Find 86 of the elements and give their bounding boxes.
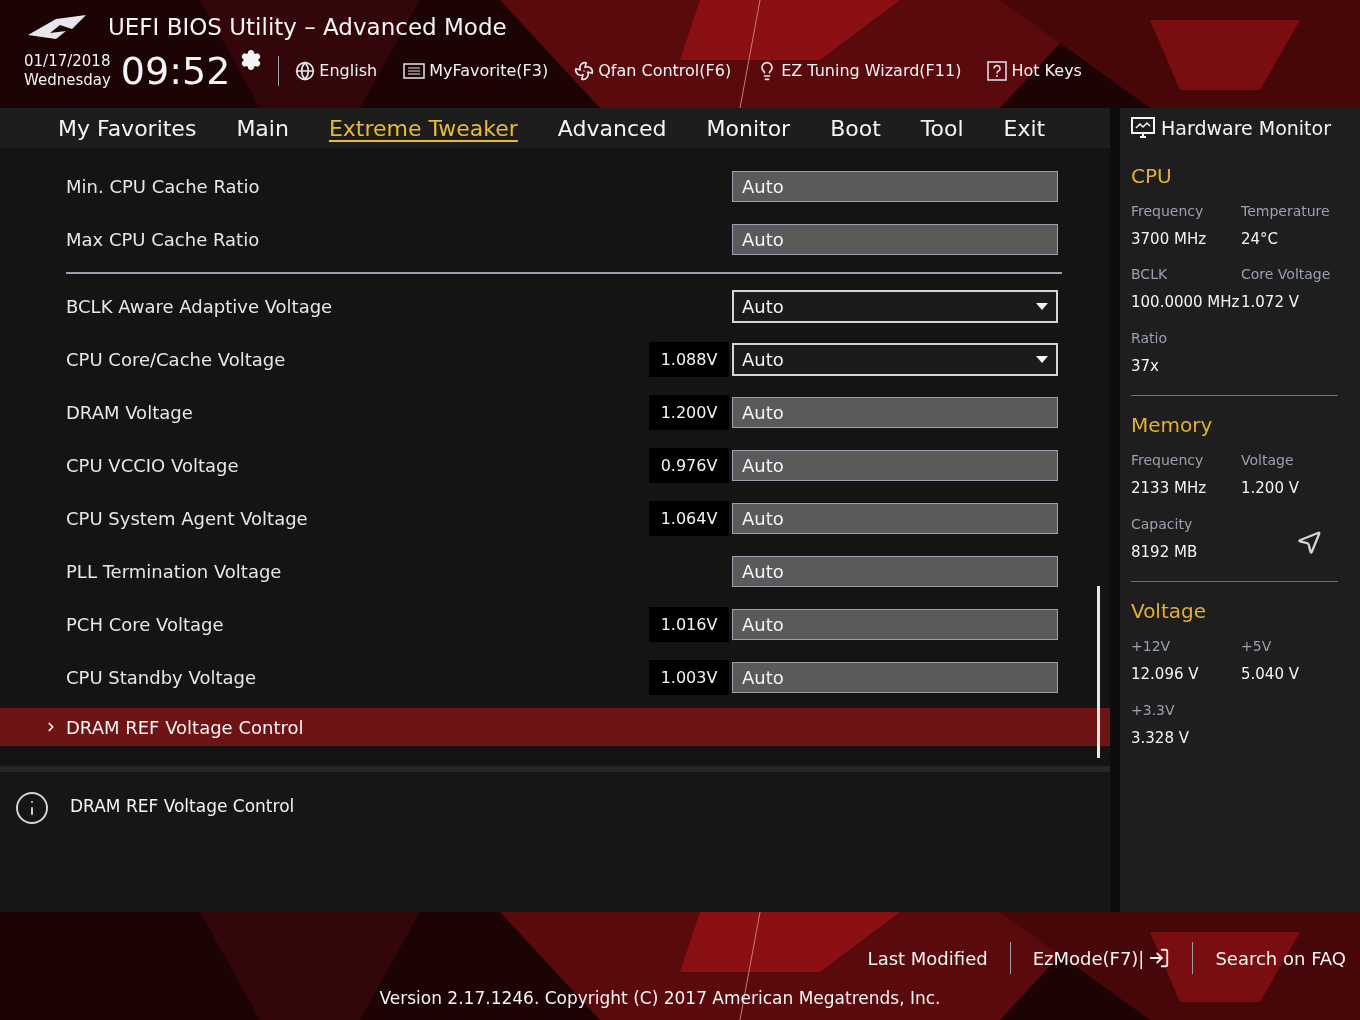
- menu-tab[interactable]: Tool: [920, 111, 964, 145]
- reading-label: Frequency: [1131, 451, 1205, 470]
- setting-label: Min. CPU Cache Ratio: [66, 175, 261, 199]
- value-field[interactable]: Auto: [732, 224, 1058, 255]
- reading-label: Core Voltage: [1241, 265, 1332, 284]
- caret-icon: [1036, 356, 1048, 363]
- dropdown[interactable]: Auto: [732, 343, 1058, 376]
- exit-icon: [1148, 947, 1171, 969]
- setting-label: Max CPU Cache Ratio: [66, 228, 261, 252]
- menu-tab[interactable]: Extreme Tweaker: [328, 111, 518, 145]
- menu-tab[interactable]: My Favorites: [58, 111, 197, 145]
- reading-value: 3700 MHz: [1131, 228, 1208, 250]
- help-icon: [987, 61, 1008, 81]
- reading-value: 12.096 V: [1131, 664, 1200, 685]
- reading-value: 3.328 V: [1131, 727, 1190, 749]
- group-heading: Voltage: [1131, 598, 1208, 625]
- panel-title: Hardware Monitor: [1161, 116, 1331, 141]
- menu-tab[interactable]: Main: [236, 111, 289, 145]
- toolbar-button[interactable]: Hot Keys: [987, 59, 1082, 83]
- voltage-reading: 1.088V: [649, 342, 729, 377]
- reading-value: 1.072 V: [1241, 292, 1300, 313]
- info-icon: [14, 790, 50, 826]
- footer-link[interactable]: Search on FAQ: [1215, 944, 1346, 972]
- setting-label: PCH Core Voltage: [66, 613, 225, 637]
- reading-label: Voltage: [1241, 451, 1295, 470]
- date-text: 01/17/2018: [24, 52, 111, 71]
- reading-value: 1.200 V: [1241, 478, 1300, 499]
- reading-value: 8192 MB: [1131, 541, 1199, 563]
- voltage-reading: 1.016V: [649, 607, 729, 642]
- toolbar-button[interactable]: EZ Tuning Wizard(F11): [757, 59, 962, 83]
- reading-value: 37x: [1131, 355, 1160, 377]
- toolbar-button[interactable]: MyFavorite(F3): [403, 59, 549, 83]
- setting-label: DRAM Voltage: [66, 401, 194, 425]
- voltage-reading: 1.003V: [649, 660, 729, 695]
- voltage-reading: 1.200V: [649, 395, 729, 430]
- value-field[interactable]: Auto: [732, 503, 1058, 534]
- caret-icon: [1036, 303, 1048, 310]
- setting-label: CPU VCCIO Voltage: [66, 454, 240, 478]
- group-heading: CPU: [1131, 162, 1173, 190]
- reading-value: 2133 MHz: [1131, 478, 1208, 499]
- setting-label: CPU System Agent Voltage: [66, 507, 309, 531]
- value-field[interactable]: Auto: [732, 450, 1058, 481]
- footer-link[interactable]: Last Modified: [867, 944, 988, 972]
- setting-label: CPU Standby Voltage: [66, 666, 257, 690]
- menu-tab[interactable]: Monitor: [706, 111, 791, 145]
- settings-icon[interactable]: [240, 49, 263, 71]
- version-text: Version 2.17.1246. Copyright (C) 2017 American Megatrends, Inc.: [379, 987, 941, 1010]
- help-text: DRAM REF Voltage Control: [70, 795, 295, 818]
- scrollbar[interactable]: [1097, 586, 1100, 758]
- reading-label: +3.3V: [1131, 700, 1176, 720]
- reading-value: 24°C: [1241, 228, 1280, 250]
- voltage-reading: 0.976V: [649, 448, 729, 483]
- list-icon: [403, 62, 426, 80]
- clock-text: 09:52: [120, 52, 231, 90]
- value-field[interactable]: Auto: [732, 397, 1058, 428]
- reading-value: 100.0000 MHz: [1131, 292, 1241, 313]
- submenu-item[interactable]: DRAM REF Voltage Control: [0, 708, 1110, 746]
- dropdown[interactable]: Auto: [732, 290, 1058, 323]
- reading-label: Frequency: [1131, 201, 1205, 221]
- reading-label: BCLK: [1131, 265, 1169, 284]
- value-field[interactable]: Auto: [732, 662, 1058, 693]
- setting-label: CPU Core/Cache Voltage: [66, 348, 287, 372]
- menu-tab[interactable]: Exit: [1003, 111, 1046, 145]
- globe-icon: [295, 61, 316, 81]
- toolbar-button[interactable]: English: [295, 59, 378, 83]
- window-title: UEFI BIOS Utility – Advanced Mode: [108, 12, 507, 42]
- reading-label: Capacity: [1131, 514, 1194, 534]
- value-field[interactable]: Auto: [732, 171, 1058, 202]
- footer-link[interactable]: EzMode(F7)|: [1032, 944, 1171, 972]
- setting-label: BCLK Aware Adaptive Voltage: [66, 295, 334, 319]
- menu-tab[interactable]: Boot: [830, 111, 881, 145]
- group-heading: Memory: [1131, 412, 1214, 439]
- reading-value: 5.040 V: [1241, 664, 1300, 685]
- value-field[interactable]: Auto: [732, 556, 1058, 587]
- weekday-text: Wednesday: [24, 71, 111, 90]
- toolbar-button[interactable]: Qfan Control(F6): [574, 59, 732, 83]
- reading-label: Temperature: [1241, 201, 1331, 221]
- reading-label: +5V: [1241, 637, 1273, 656]
- voltage-reading: 1.064V: [649, 501, 729, 536]
- reading-label: Ratio: [1131, 328, 1168, 348]
- monitor-icon: [1131, 117, 1155, 140]
- reading-label: +12V: [1131, 637, 1172, 656]
- setting-label: PLL Termination Voltage: [66, 560, 283, 584]
- fan-icon: [574, 61, 595, 81]
- menu-tab[interactable]: Advanced: [557, 111, 667, 145]
- value-field[interactable]: Auto: [732, 609, 1058, 640]
